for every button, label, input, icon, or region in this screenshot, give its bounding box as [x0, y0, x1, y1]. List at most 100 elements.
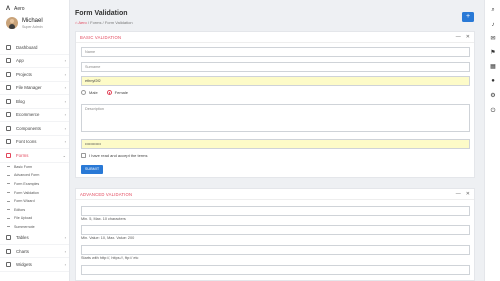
page-header: Form Validation ⌂ Aero / Forms / Form Va… [75, 10, 475, 30]
password-field[interactable]: •••••••••••• [81, 139, 470, 149]
surname-field[interactable]: Surname [81, 62, 470, 72]
close-icon[interactable]: ✕ [466, 34, 470, 40]
flag-icon[interactable]: ⚑ [490, 50, 496, 56]
chevron-right-icon: › [64, 139, 66, 145]
checkbox-icon [81, 153, 86, 158]
folder-icon [6, 71, 11, 77]
breadcrumb-forms[interactable]: Forms [90, 20, 101, 25]
submenu-item-form-examples[interactable]: Form Examples [7, 180, 69, 189]
chevron-right-icon: › [64, 98, 66, 104]
home-icon [6, 44, 11, 50]
brand-logo-icon: Λ [6, 6, 11, 12]
terms-checkbox[interactable]: I have read and accept the terms [81, 153, 147, 158]
forms-icon [6, 152, 11, 158]
sidebar-nav: Dashboard App › Projects › File Manager › B… [0, 41, 69, 272]
card-controls: — ✕ [456, 191, 470, 197]
app: Λ Aero Michael Super Admin Dashboard App… [0, 0, 500, 281]
chevron-right-icon: › [64, 85, 66, 91]
sidebar-item-components[interactable]: Components › [0, 122, 69, 136]
breadcrumb-current: Form Validation [104, 20, 133, 25]
submenu-item-form-validation[interactable]: Form Validation [7, 188, 69, 197]
user-role: Super Admin [22, 24, 43, 29]
sidebar-item-blog[interactable]: Blog › [0, 95, 69, 109]
file-icon [6, 85, 11, 91]
submenu-item-basic-form[interactable]: Basic Form [7, 163, 69, 172]
breadcrumb: ⌂ Aero / Forms / Form Validation [75, 20, 133, 25]
submit-button[interactable]: SUBMIT [81, 165, 103, 174]
right-rail: ⌕ ♪ ✉ ⚑ ▦ ● ⚙ ⏻ [484, 0, 500, 281]
minimize-icon[interactable]: — [456, 34, 461, 40]
forms-submenu: Basic Form Advanced Form Form Examples F… [0, 163, 69, 232]
submenu-item-editors[interactable]: Editors [7, 205, 69, 214]
add-button[interactable]: + [462, 12, 474, 22]
sidebar-item-charts[interactable]: Charts › [0, 245, 69, 259]
mail-icon[interactable]: ✉ [490, 36, 496, 42]
breadcrumb-home[interactable]: Aero [78, 20, 86, 25]
card-controls: — ✕ [456, 34, 470, 40]
radio-female[interactable]: Female [106, 90, 128, 96]
sidebar-item-widgets[interactable]: Widgets › [0, 258, 69, 272]
brand[interactable]: Λ Aero [6, 4, 25, 14]
card-title: ADVANCED VALIDATION [80, 191, 133, 197]
user-profile[interactable]: Michael Super Admin [6, 17, 43, 29]
close-icon[interactable]: ✕ [466, 191, 470, 197]
user-name: Michael [22, 17, 43, 24]
chevron-right-icon: › [64, 58, 66, 64]
chevron-right-icon: › [64, 125, 66, 131]
power-icon[interactable]: ⏻ [490, 108, 496, 114]
basic-validation-card: BASIC VALIDATION — ✕ Name Surname ethnyf… [75, 31, 475, 178]
card-header: ADVANCED VALIDATION — ✕ [76, 189, 474, 200]
submenu-item-advanced-form[interactable]: Advanced Form [7, 171, 69, 180]
grid-icon [6, 58, 11, 64]
radio-checked-icon [106, 90, 112, 96]
components-icon [6, 125, 11, 131]
card-title: BASIC VALIDATION [80, 34, 122, 40]
sidebar-item-ecommerce[interactable]: Ecommerce › [0, 109, 69, 122]
minmax-length-hint: Min. 5, Max. 10 characters [81, 217, 126, 221]
chevron-right-icon: › [64, 112, 66, 118]
sidebar: Λ Aero Michael Super Admin Dashboard App… [0, 0, 70, 281]
brand-name: Aero [14, 6, 25, 12]
radio-icon [81, 90, 86, 96]
minmax-value-field[interactable] [81, 225, 470, 235]
calendar-icon[interactable]: ▦ [490, 64, 496, 70]
minimize-icon[interactable]: — [456, 191, 461, 197]
bell-icon[interactable]: ♪ [490, 22, 496, 28]
name-field[interactable]: Name [81, 47, 470, 57]
chevron-right-icon: › [64, 248, 66, 254]
sidebar-item-tables[interactable]: Tables › [0, 231, 69, 245]
sidebar-item-file-manager[interactable]: File Manager › [0, 82, 69, 95]
extra-field[interactable] [81, 265, 470, 275]
chevron-right-icon: › [64, 262, 66, 267]
sidebar-item-forms[interactable]: Forms ⌄ [0, 149, 69, 163]
description-textarea[interactable]: Description [81, 104, 470, 132]
avatar[interactable] [6, 17, 18, 29]
submenu-item-summernote[interactable]: Summernote [7, 223, 69, 232]
chevron-right-icon: › [64, 235, 66, 240]
radio-male[interactable]: Male [81, 90, 98, 96]
url-hint: Starts with http://, https://, ftp:// et… [81, 256, 139, 260]
card-header: BASIC VALIDATION — ✕ [76, 32, 474, 43]
table-icon [6, 235, 11, 240]
minmax-value-hint: Min. Value: 10, Max. Value: 200 [81, 236, 135, 240]
url-field[interactable] [81, 245, 470, 255]
email-field[interactable]: ethnyf2f2 [81, 76, 470, 86]
page-title: Form Validation [75, 10, 128, 17]
submenu-item-form-wizard[interactable]: Form Wizard [7, 197, 69, 206]
chevron-right-icon: › [64, 71, 66, 77]
advanced-validation-card: ADVANCED VALIDATION — ✕ Min. 5, Max. 10 … [75, 188, 475, 281]
blog-icon [6, 98, 11, 104]
gear-icon[interactable]: ⚙ [490, 93, 496, 99]
chevron-down-icon: ⌄ [62, 152, 66, 158]
submenu-item-file-upload[interactable]: File Upload [7, 214, 69, 223]
star-icon [6, 139, 11, 145]
minmax-length-field[interactable] [81, 206, 470, 216]
gender-radio-group: Male Female [81, 90, 128, 96]
sidebar-item-dashboard[interactable]: Dashboard [0, 41, 69, 55]
chart-icon [6, 248, 11, 254]
sidebar-item-app[interactable]: App › [0, 55, 69, 68]
sidebar-item-font-icons[interactable]: Font Icons › [0, 136, 69, 149]
user-icon[interactable]: ● [490, 78, 496, 84]
search-icon[interactable]: ⌕ [490, 7, 496, 13]
sidebar-item-projects[interactable]: Projects › [0, 68, 69, 82]
